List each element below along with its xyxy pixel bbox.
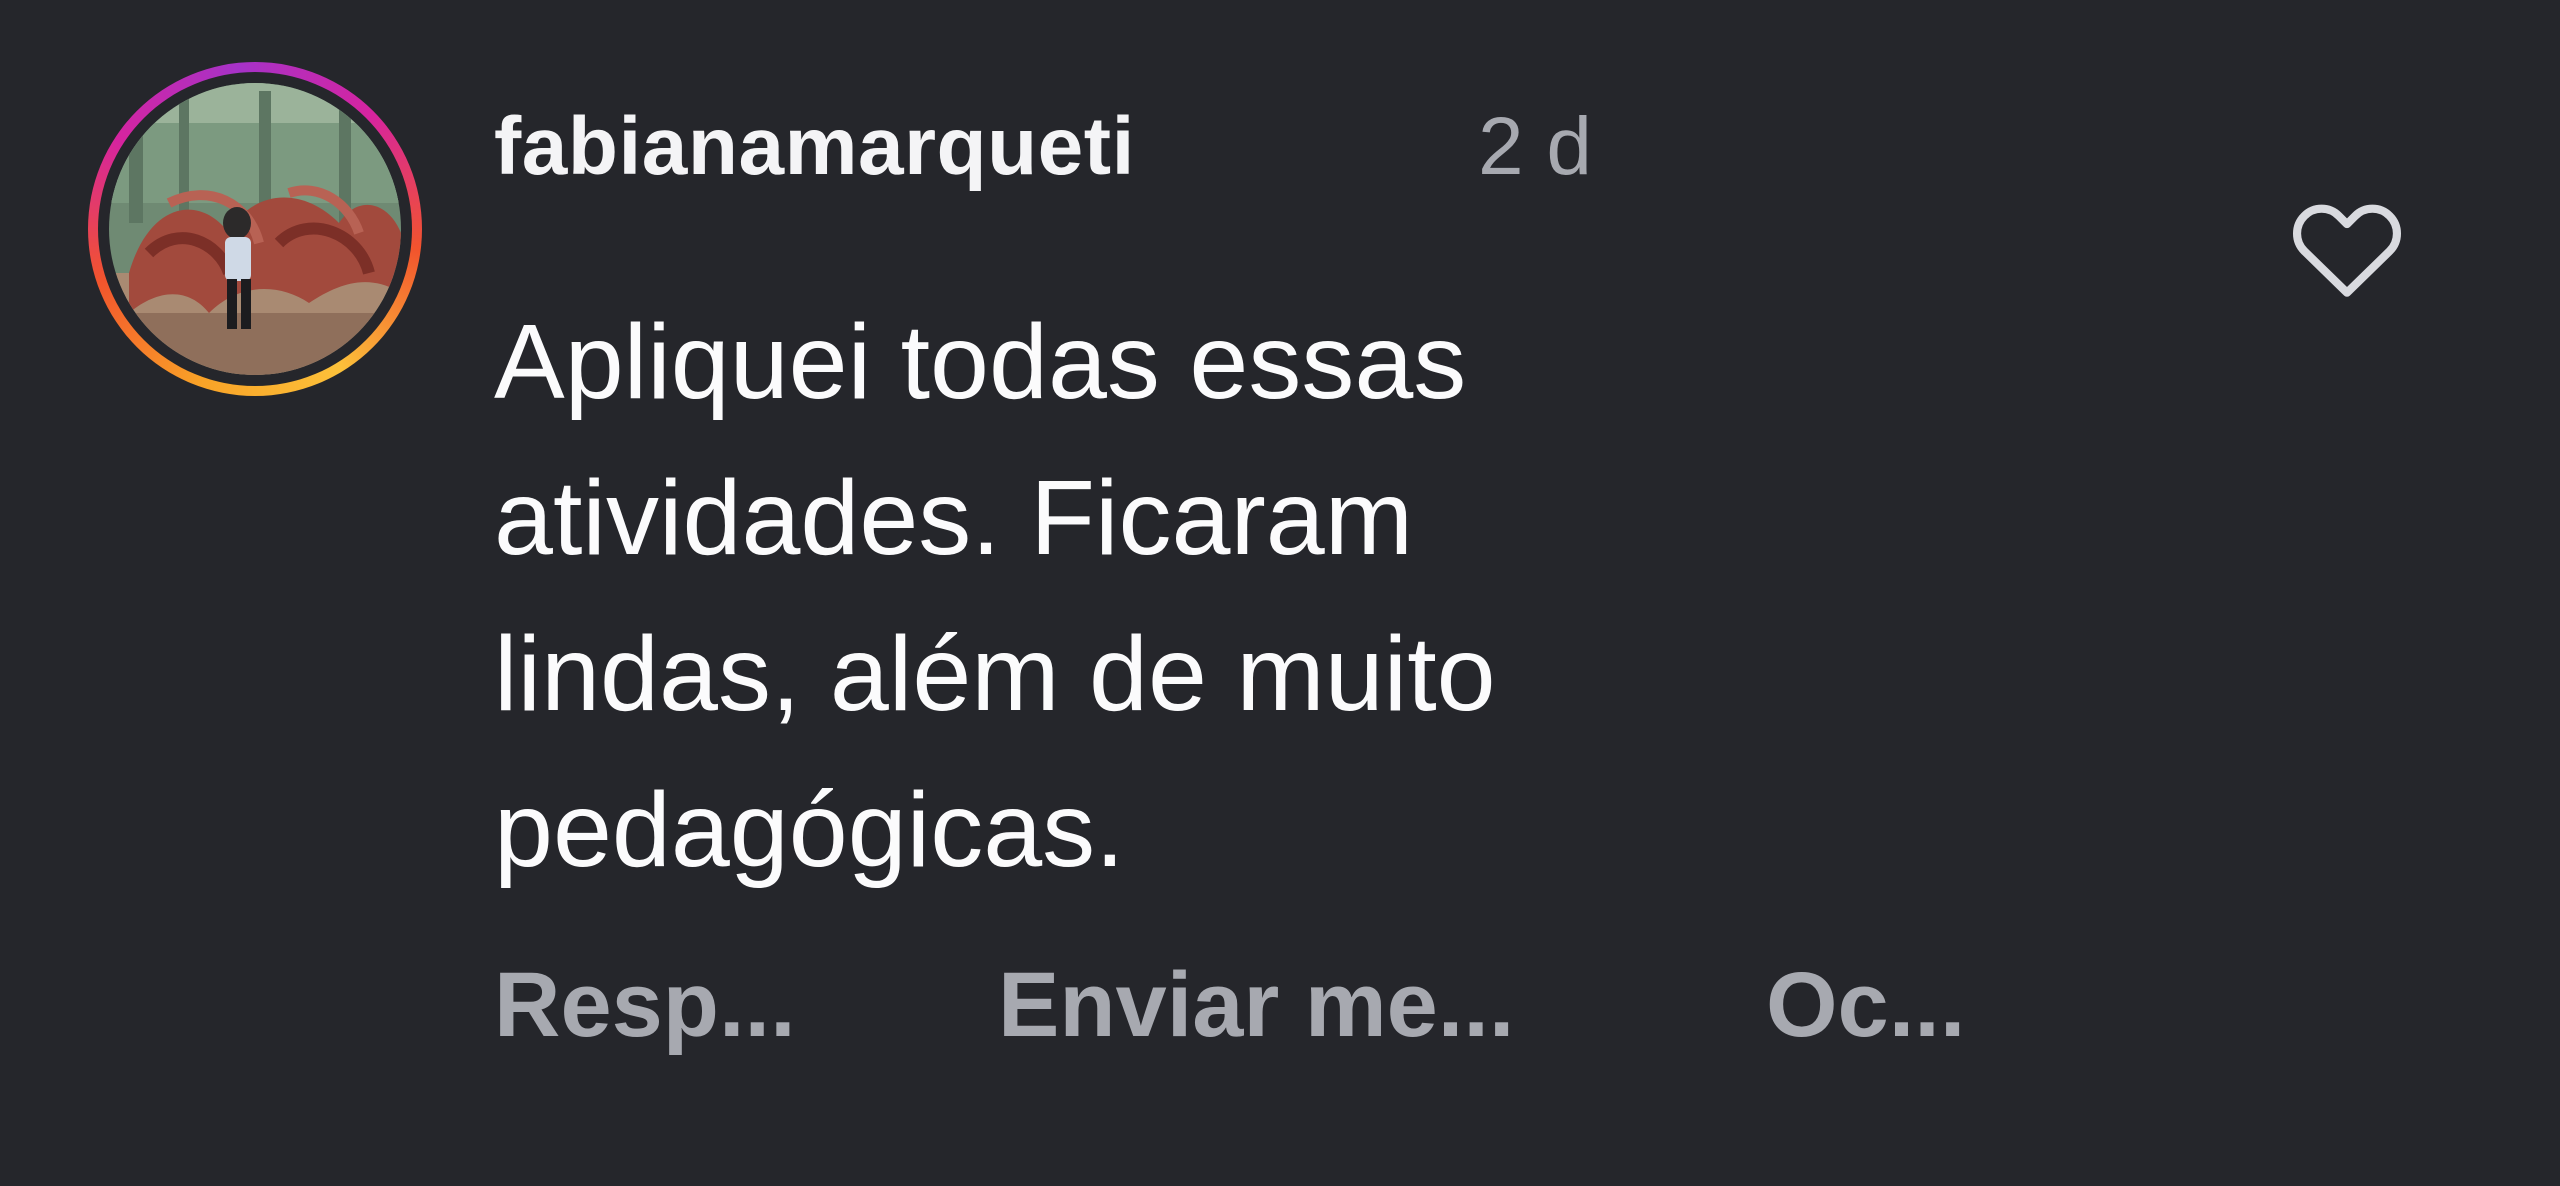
timestamp: 2 d xyxy=(1478,101,1592,192)
username[interactable]: fabianamarqueti xyxy=(494,82,1135,212)
heart-outline-icon[interactable] xyxy=(2286,188,2408,310)
avatar-image xyxy=(109,83,401,375)
comment: fabianamarqueti 2 d Apliquei todas essas… xyxy=(0,0,2560,1186)
send-message-button[interactable]: Enviar me... xyxy=(998,940,1514,1070)
reply-button[interactable]: Resp... xyxy=(494,940,796,1070)
avatar[interactable] xyxy=(88,62,422,396)
comment-text: Apliquei todas essas atividades. Ficaram… xyxy=(494,303,1496,889)
avatar-photo xyxy=(109,83,401,375)
hide-button[interactable]: Oc... xyxy=(1766,940,1965,1070)
